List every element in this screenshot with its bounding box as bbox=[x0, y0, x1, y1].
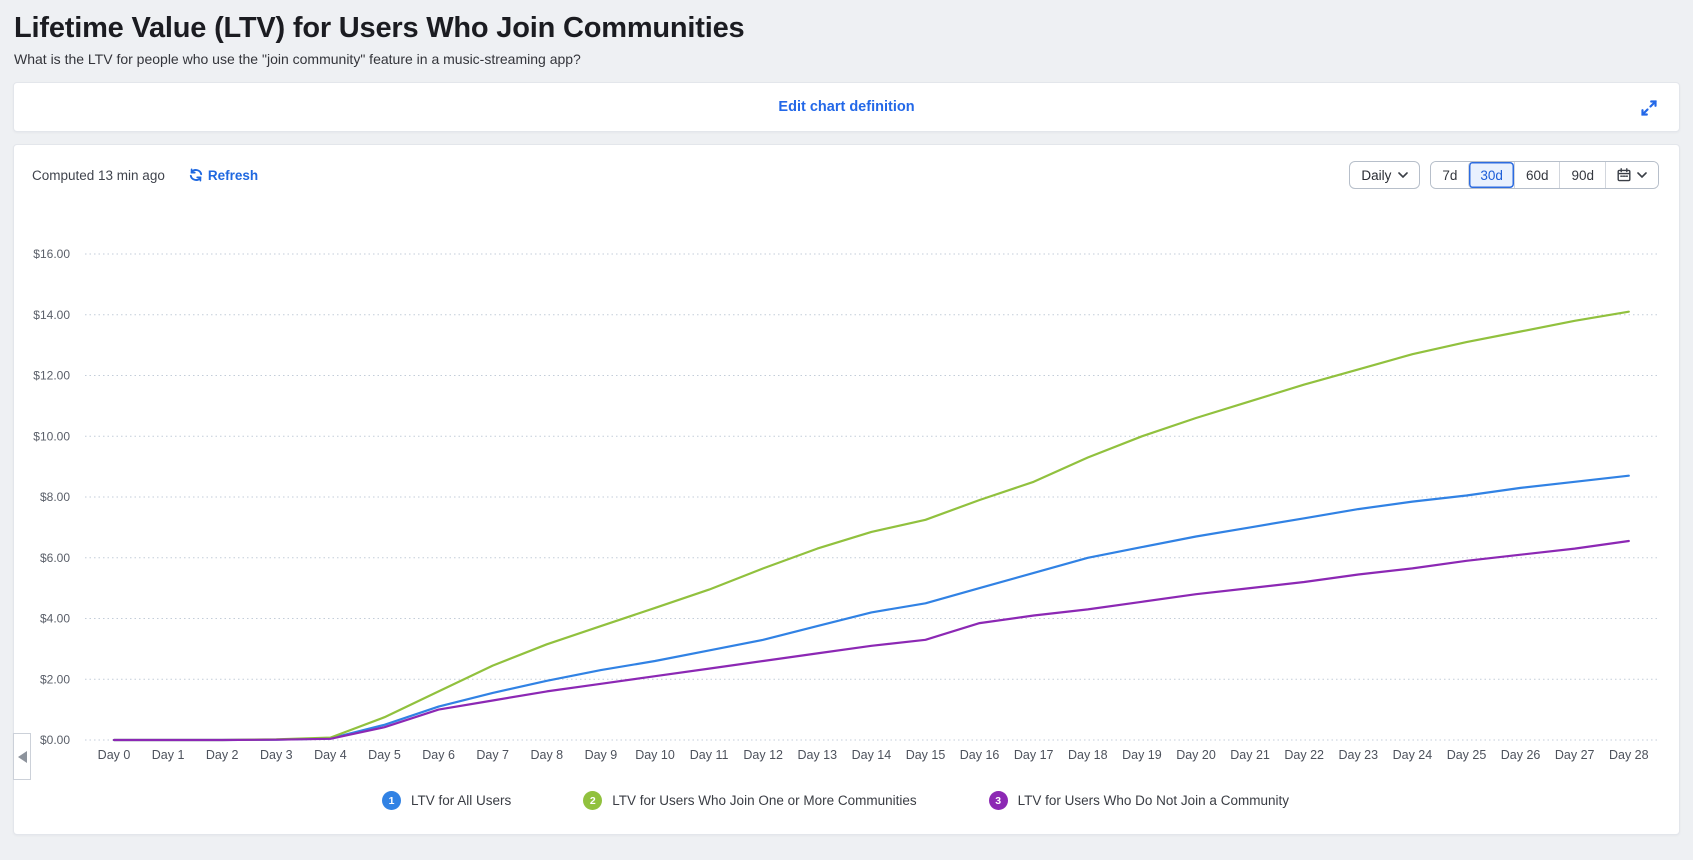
svg-text:Day 27: Day 27 bbox=[1555, 748, 1595, 762]
chevron-down-icon bbox=[1637, 172, 1647, 178]
legend-item-all-users[interactable]: 1 LTV for All Users bbox=[382, 791, 511, 810]
svg-text:Day 12: Day 12 bbox=[743, 748, 783, 762]
svg-text:Day 16: Day 16 bbox=[960, 748, 1000, 762]
expand-diagonal-icon bbox=[1641, 100, 1657, 116]
range-60d-button[interactable]: 60d bbox=[1513, 162, 1560, 188]
svg-text:$12.00: $12.00 bbox=[33, 369, 70, 383]
series-2-badge: 2 bbox=[583, 791, 603, 810]
edit-chart-bar: Edit chart definition bbox=[13, 82, 1680, 132]
legend-label: LTV for Users Who Join One or More Commu… bbox=[612, 793, 917, 808]
svg-text:Day 7: Day 7 bbox=[476, 748, 509, 762]
ltv-line-chart: $16.00 $14.00 $12.00 $10.00 $8.00 $6.00 $4.00 $… bbox=[33, 247, 1658, 762]
svg-text:$10.00: $10.00 bbox=[33, 429, 70, 443]
svg-text:Day 24: Day 24 bbox=[1393, 748, 1433, 762]
svg-text:Day 8: Day 8 bbox=[530, 748, 563, 762]
svg-text:Day 22: Day 22 bbox=[1284, 748, 1324, 762]
svg-text:$6.00: $6.00 bbox=[40, 551, 70, 565]
custom-date-range-button[interactable] bbox=[1605, 162, 1658, 188]
svg-text:Day 15: Day 15 bbox=[906, 748, 946, 762]
date-range-picker: 7d 30d 60d 90d bbox=[1430, 161, 1659, 189]
svg-text:$16.00: $16.00 bbox=[33, 247, 70, 261]
svg-text:Day 4: Day 4 bbox=[314, 748, 347, 762]
svg-text:Day 23: Day 23 bbox=[1338, 748, 1378, 762]
left-triangle-icon bbox=[17, 750, 27, 763]
expand-chart-button[interactable] bbox=[1639, 98, 1659, 118]
svg-text:Day 11: Day 11 bbox=[690, 748, 729, 762]
chart-controls: Daily 7d 30d 60d 90d bbox=[1349, 161, 1659, 189]
svg-text:Day 1: Day 1 bbox=[152, 748, 185, 762]
refresh-icon bbox=[189, 168, 202, 182]
range-30d-button[interactable]: 30d bbox=[1468, 162, 1514, 188]
svg-text:$8.00: $8.00 bbox=[40, 490, 70, 504]
page-title: Lifetime Value (LTV) for Users Who Join … bbox=[14, 12, 745, 44]
calendar-icon bbox=[1617, 168, 1631, 182]
legend-item-joiners[interactable]: 2 LTV for Users Who Join One or More Com… bbox=[583, 791, 917, 810]
svg-text:$4.00: $4.00 bbox=[40, 612, 70, 626]
svg-text:Day 14: Day 14 bbox=[852, 748, 892, 762]
svg-text:Day 2: Day 2 bbox=[206, 748, 239, 762]
legend-item-non-joiners[interactable]: 3 LTV for Users Who Do Not Join a Commun… bbox=[988, 791, 1289, 810]
computed-timestamp: Computed 13 min ago bbox=[32, 167, 165, 183]
svg-text:Day 25: Day 25 bbox=[1447, 748, 1487, 762]
svg-text:Day 18: Day 18 bbox=[1068, 748, 1108, 762]
granularity-value: Daily bbox=[1361, 167, 1392, 183]
chart-legend: 1 LTV for All Users 2 LTV for Users Who … bbox=[382, 791, 1289, 810]
granularity-dropdown[interactable]: Daily bbox=[1349, 161, 1421, 189]
svg-text:Day 26: Day 26 bbox=[1501, 748, 1541, 762]
chart-card: $16.00 $14.00 $12.00 $10.00 $8.00 $6.00 $4.00 $… bbox=[13, 144, 1680, 835]
svg-text:Day 13: Day 13 bbox=[797, 748, 837, 762]
page-subtitle: What is the LTV for people who use the "… bbox=[14, 51, 581, 67]
svg-text:Day 5: Day 5 bbox=[368, 748, 401, 762]
svg-text:Day 6: Day 6 bbox=[422, 748, 455, 762]
chart-header: Computed 13 min ago Refresh Daily 7d 30d… bbox=[32, 161, 1659, 189]
svg-text:$0.00: $0.00 bbox=[40, 733, 70, 747]
svg-text:Day 3: Day 3 bbox=[260, 748, 293, 762]
svg-text:Day 9: Day 9 bbox=[585, 748, 618, 762]
refresh-button[interactable]: Refresh bbox=[189, 168, 258, 183]
chevron-down-icon bbox=[1398, 172, 1409, 178]
svg-text:Day 19: Day 19 bbox=[1122, 748, 1162, 762]
collapse-panel-handle[interactable] bbox=[13, 733, 31, 780]
svg-text:Day 10: Day 10 bbox=[635, 748, 675, 762]
chart-status: Computed 13 min ago Refresh bbox=[32, 168, 258, 183]
range-90d-button[interactable]: 90d bbox=[1559, 162, 1605, 188]
legend-label: LTV for Users Who Do Not Join a Communit… bbox=[1017, 793, 1289, 808]
svg-text:$2.00: $2.00 bbox=[40, 672, 70, 686]
svg-text:Day 0: Day 0 bbox=[98, 748, 131, 762]
series-1-badge: 1 bbox=[382, 791, 401, 810]
svg-text:$14.00: $14.00 bbox=[33, 308, 70, 322]
edit-chart-definition-link[interactable]: Edit chart definition bbox=[778, 99, 914, 115]
refresh-label: Refresh bbox=[207, 167, 259, 183]
series-3-badge: 3 bbox=[988, 791, 1008, 810]
svg-text:Day 28: Day 28 bbox=[1609, 748, 1649, 762]
svg-text:Day 20: Day 20 bbox=[1176, 748, 1216, 762]
svg-text:Day 21: Day 21 bbox=[1230, 748, 1270, 762]
legend-label: LTV for All Users bbox=[411, 793, 512, 808]
page: Lifetime Value (LTV) for Users Who Join … bbox=[0, 12, 1693, 860]
svg-text:Day 17: Day 17 bbox=[1014, 748, 1054, 762]
range-7d-button[interactable]: 7d bbox=[1431, 162, 1469, 188]
